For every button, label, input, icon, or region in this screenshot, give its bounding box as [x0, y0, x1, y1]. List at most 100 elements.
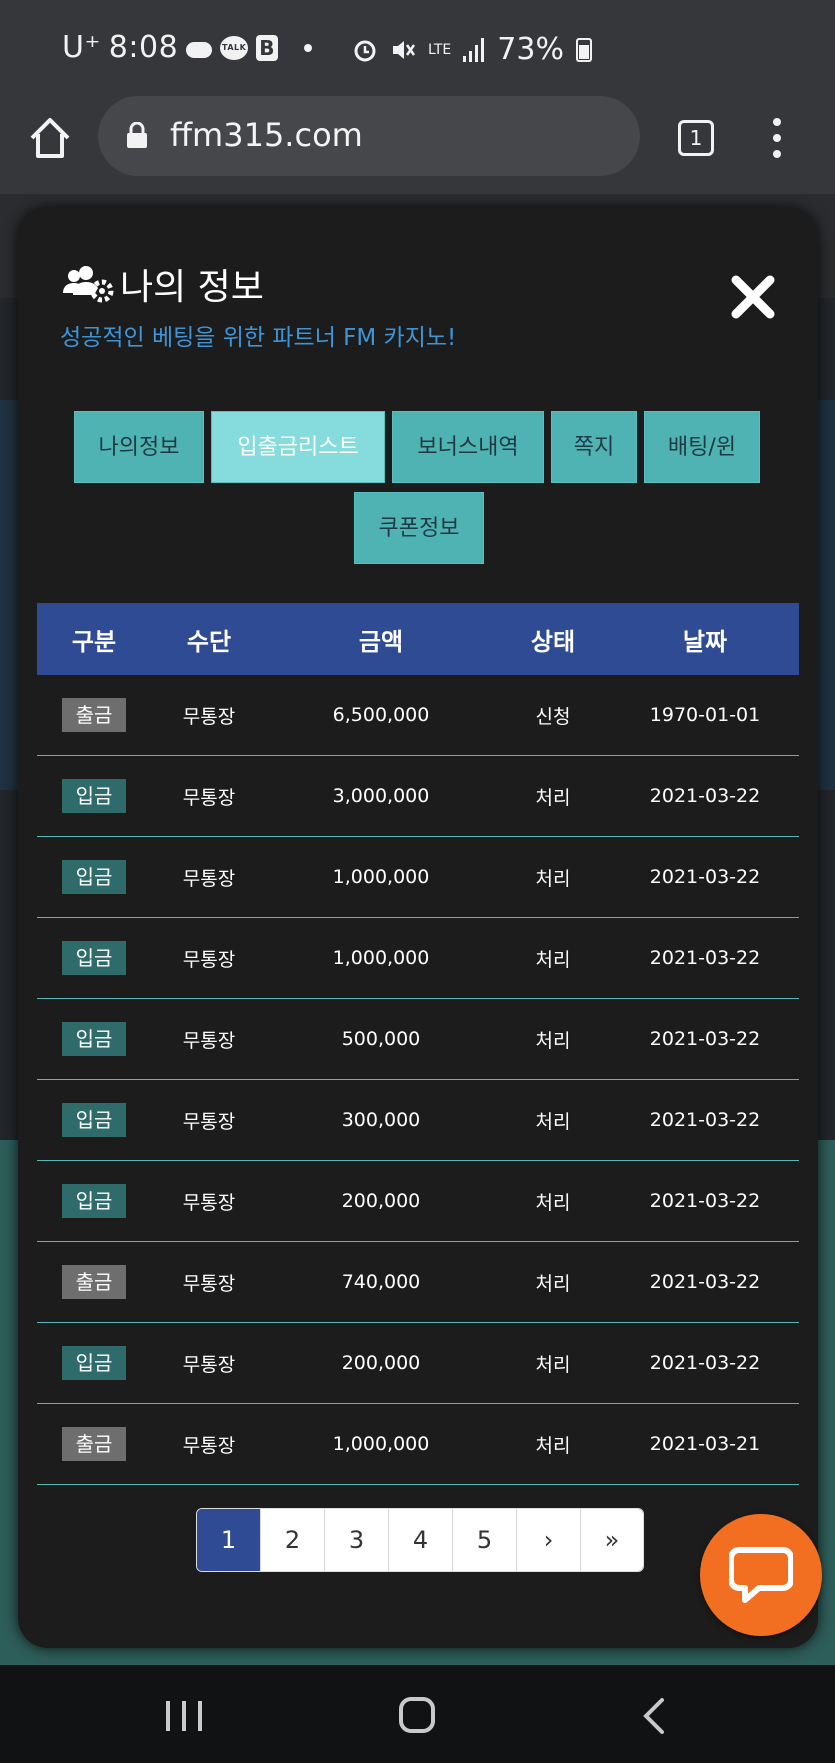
modal-subtitle: 성공적인 베팅을 위한 파트너 FM 카지노!: [60, 325, 457, 351]
pagination: 1 2 3 4 5 › »: [196, 1508, 644, 1572]
cell-type: 입금: [37, 1184, 151, 1218]
cell-date: 2021-03-22: [649, 866, 761, 888]
cell-amount: 6,500,000: [332, 704, 430, 726]
cell-date: 2021-03-22: [649, 1028, 761, 1050]
cell-type: 출금: [37, 1265, 151, 1299]
cell-type: 출금: [37, 1427, 151, 1461]
type-badge: 입금: [62, 1184, 126, 1218]
table-row: 입금 무통장 300,000 처리 2021-03-22: [37, 1080, 799, 1161]
cell-amount: 200,000: [341, 1352, 421, 1374]
table-row: 출금 무통장 740,000 처리 2021-03-22: [37, 1242, 799, 1323]
tab-switcher-button[interactable]: 1: [678, 120, 714, 156]
table-row: 입금 무통장 1,000,000 처리 2021-03-22: [37, 837, 799, 918]
cell-date: 2021-03-22: [649, 1109, 761, 1131]
type-badge: 출금: [62, 1427, 126, 1461]
next-page-button[interactable]: ›: [517, 1509, 581, 1571]
url-text: ffm315.com: [170, 116, 363, 154]
header-amount: 금액: [358, 627, 404, 656]
network-type: LTE: [428, 41, 452, 58]
cell-amount: 500,000: [341, 1028, 421, 1050]
cell-method: 무통장: [182, 867, 236, 890]
browser-menu-icon[interactable]: [772, 118, 782, 158]
cell-date: 2021-03-22: [649, 1352, 761, 1374]
lock-icon: [127, 122, 147, 148]
tab-bonus-history[interactable]: 보너스내역: [392, 411, 544, 483]
cell-method: 무통장: [182, 1272, 236, 1295]
status-right: LTE 73%: [352, 32, 592, 67]
cell-date: 2021-03-22: [649, 947, 761, 969]
table-row: 입금 무통장 3,000,000 처리 2021-03-22: [37, 756, 799, 837]
cell-status: 처리: [535, 1110, 571, 1133]
b-app-icon: B: [256, 34, 279, 61]
page-2-button[interactable]: 2: [261, 1509, 325, 1571]
header-status: 상태: [530, 627, 576, 656]
table-row: 출금 무통장 1,000,000 처리 2021-03-21: [37, 1404, 799, 1485]
cell-method: 무통장: [182, 1434, 236, 1457]
battery-percent: 73%: [497, 32, 564, 67]
cell-status: 처리: [535, 1434, 571, 1457]
cell-date: 2021-03-22: [649, 785, 761, 807]
cloud-icon: [186, 41, 213, 58]
cell-type: 입금: [37, 1346, 151, 1380]
tab-betting-win[interactable]: 배팅/윈: [644, 411, 760, 483]
tab-messages[interactable]: 쪽지: [551, 411, 637, 483]
type-badge: 입금: [62, 779, 126, 813]
page-4-button[interactable]: 4: [389, 1509, 453, 1571]
cell-status: 처리: [535, 1029, 571, 1052]
header-method: 수단: [186, 627, 232, 656]
close-icon[interactable]: [730, 274, 776, 320]
cell-status: 신청: [535, 705, 571, 728]
type-badge: 입금: [62, 1022, 126, 1056]
cell-status: 처리: [535, 867, 571, 890]
kakaotalk-icon: TALK: [220, 35, 249, 60]
table-row: 입금 무통장 1,000,000 처리 2021-03-22: [37, 918, 799, 999]
header-type: 구분: [71, 627, 117, 656]
cell-type: 출금: [37, 698, 151, 732]
page-3-button[interactable]: 3: [325, 1509, 389, 1571]
table-row: 입금 무통장 500,000 처리 2021-03-22: [37, 999, 799, 1080]
cell-status: 처리: [535, 1272, 571, 1295]
back-icon[interactable]: [640, 1697, 668, 1735]
status-left: U⁺ 8:08 TALK B: [62, 30, 313, 65]
page-1-button[interactable]: 1: [197, 1509, 261, 1571]
cell-status: 처리: [535, 1191, 571, 1214]
cell-method: 무통장: [182, 948, 236, 971]
type-badge: 출금: [62, 1265, 126, 1299]
live-chat-button[interactable]: [700, 1514, 822, 1636]
chat-bubble-icon: [729, 1547, 793, 1603]
users-gear-icon: [63, 266, 114, 303]
tab-my-info[interactable]: 나의정보: [74, 411, 204, 483]
cell-date: 2021-03-21: [649, 1433, 761, 1455]
type-badge: 입금: [62, 941, 126, 975]
cell-status: 처리: [535, 948, 571, 971]
cell-method: 무통장: [182, 1353, 236, 1376]
cell-type: 입금: [37, 1022, 151, 1056]
cell-method: 무통장: [182, 1110, 236, 1133]
table-body: 출금 무통장 6,500,000 신청 1970-01-01 입금 무통장 3,000,000…: [37, 675, 799, 1485]
page-5-button[interactable]: 5: [453, 1509, 517, 1571]
mute-icon: [393, 40, 416, 59]
type-badge: 입금: [62, 1103, 126, 1137]
cell-status: 처리: [535, 1353, 571, 1376]
cell-status: 처리: [535, 786, 571, 809]
last-page-button[interactable]: »: [581, 1509, 643, 1571]
cell-method: 무통장: [182, 1191, 236, 1214]
table-row: 입금 무통장 200,000 처리 2021-03-22: [37, 1323, 799, 1404]
recents-icon[interactable]: [166, 1701, 202, 1731]
home-nav-icon[interactable]: [399, 1697, 435, 1733]
status-bar: U⁺ 8:08 TALK B LTE 73%: [0, 0, 835, 92]
cell-amount: 1,000,000: [332, 1433, 430, 1455]
cell-date: 1970-01-01: [649, 704, 761, 726]
type-badge: 출금: [62, 698, 126, 732]
address-bar[interactable]: ffm315.com: [98, 96, 640, 176]
transaction-table: 구분 수단 금액 상태 날짜 출금 무통장 6,500,000 신청 1970-01-0…: [37, 603, 799, 1485]
home-icon[interactable]: [26, 114, 74, 162]
cell-amount: 1,000,000: [332, 866, 430, 888]
cell-method: 무통장: [182, 786, 236, 809]
table-row: 출금 무통장 6,500,000 신청 1970-01-01: [37, 675, 799, 756]
tab-deposit-withdraw-list[interactable]: 입출금리스트: [211, 411, 385, 483]
cell-amount: 300,000: [341, 1109, 421, 1131]
tab-coupon-info[interactable]: 쿠폰정보: [354, 492, 484, 564]
signal-icon: [463, 37, 485, 62]
cell-type: 입금: [37, 1103, 151, 1137]
